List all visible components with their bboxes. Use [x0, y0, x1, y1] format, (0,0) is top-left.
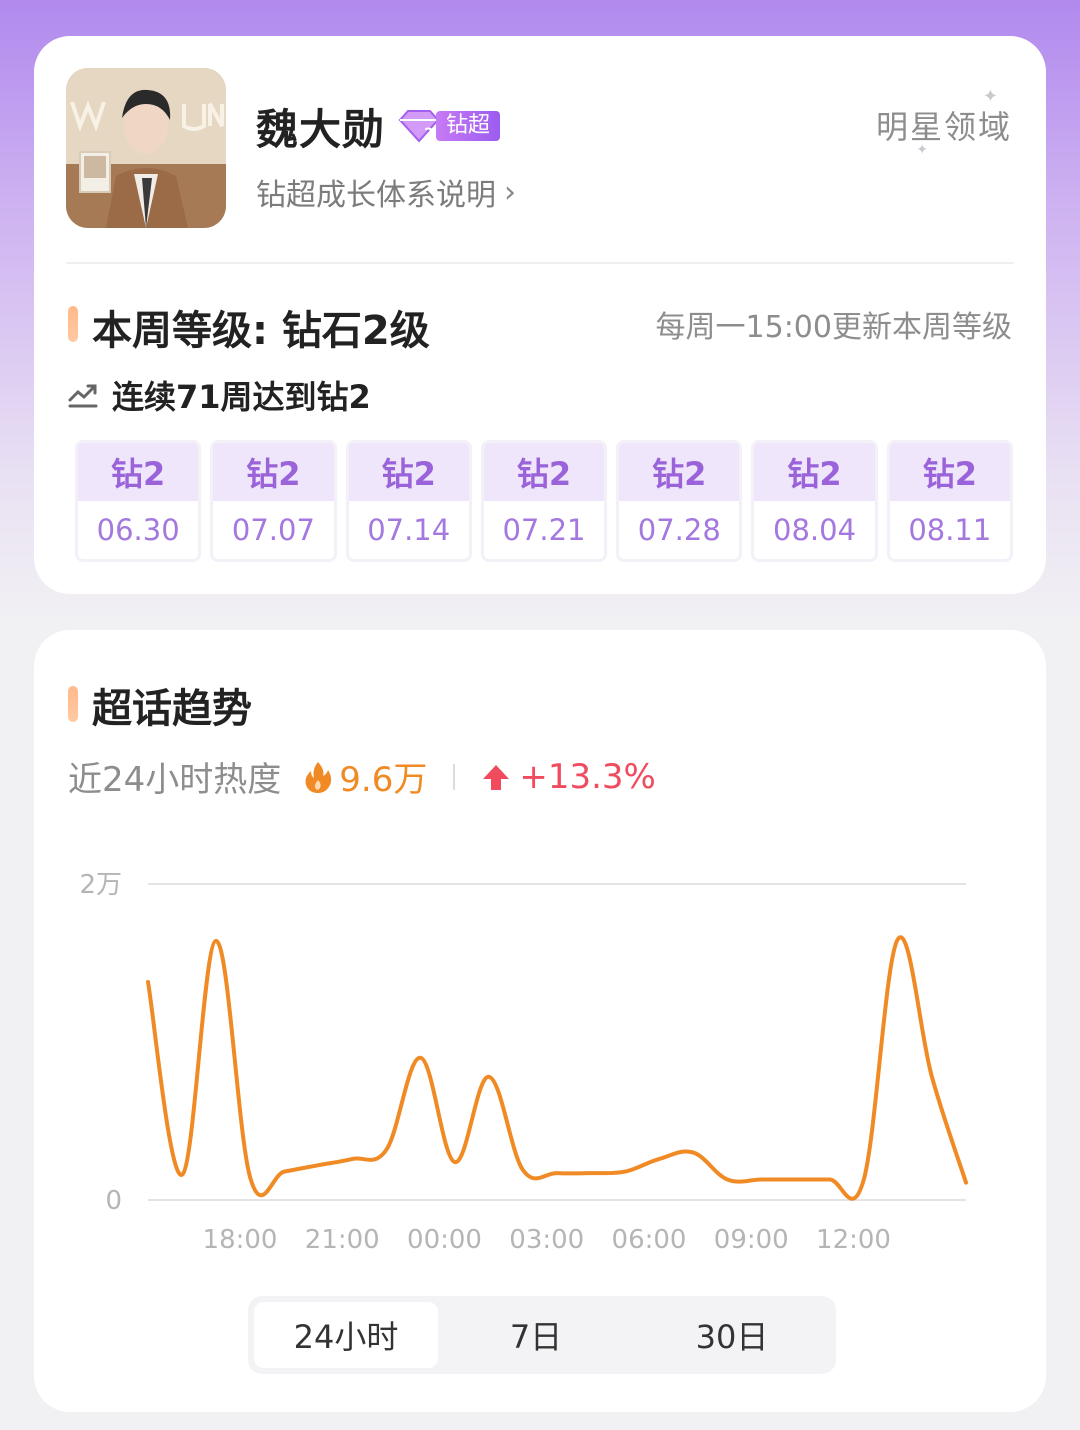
star-name: 魏大勋 [256, 105, 386, 154]
divider [66, 262, 1014, 264]
heat-label: 近24小时热度 [68, 760, 282, 800]
flame-icon [305, 761, 332, 793]
week-date: 08.04 [773, 513, 857, 547]
avatar-image [66, 68, 226, 228]
update-note: 每周一15:00更新本周等级 [655, 310, 1012, 345]
week-item: 钻2 07.21 [480, 440, 608, 562]
chevron-right-icon: › [504, 174, 516, 210]
week-level: 钻2 [619, 443, 740, 501]
arrow-up-icon [483, 764, 510, 790]
growth-system-label: 钻超成长体系说明 [256, 178, 496, 213]
weekly-level-title: 本周等级: 钻石2级 [92, 308, 430, 354]
week-level: 钻2 [889, 443, 1010, 501]
x-tick-label: 12:00 [816, 1225, 891, 1255]
section-marker [68, 686, 78, 722]
separator [453, 763, 456, 790]
diamond-badge[interactable]: 2 钻超 [396, 108, 501, 144]
week-item: 钻2 07.07 [210, 440, 337, 562]
week-level: 钻2 [213, 443, 334, 501]
range-tabs: 24小时 7日 30日 [248, 1296, 836, 1374]
streak-row: 连续71周达到钻2 [68, 372, 371, 418]
week-item: 钻2 07.28 [616, 440, 743, 562]
week-date: 07.14 [367, 513, 451, 547]
x-tick-label: 03:00 [509, 1225, 584, 1255]
tab-30d[interactable]: 30日 [634, 1302, 830, 1368]
x-tick-label: 21:00 [305, 1225, 380, 1255]
y-tick-label: 0 [105, 1186, 122, 1216]
week-date: 07.07 [231, 513, 315, 547]
x-tick-label: 18:00 [203, 1225, 278, 1255]
tab-24h[interactable]: 24小时 [254, 1302, 438, 1368]
week-item: 钻2 07.14 [345, 440, 472, 562]
profile-card: 魏大勋 2 钻超 钻超成长体系说明 › ✦ ✦ 明星领域 本周等级: 钻石2级 … [34, 36, 1046, 594]
week-item: 钻2 08.04 [751, 440, 878, 562]
week-date: 07.28 [637, 513, 721, 547]
y-tick-label: 2万 [79, 870, 122, 900]
week-level: 钻2 [754, 443, 875, 501]
tab-7d[interactable]: 7日 [438, 1302, 634, 1368]
growth-system-link[interactable]: 钻超成长体系说明 › [256, 170, 516, 214]
badge-label: 钻超 [436, 111, 501, 141]
week-level: 钻2 [78, 443, 199, 501]
trend-card: 超话趋势 近24小时热度 9.6万 +13.3% 0 2万 18:00 21:00 0… [34, 630, 1046, 1412]
week-level: 钻2 [348, 443, 469, 501]
badge-level: 2 [424, 126, 434, 142]
week-date: 08.11 [908, 513, 992, 547]
avatar[interactable] [66, 68, 226, 228]
trend-up-icon [68, 384, 98, 408]
x-tick-label: 06:00 [612, 1225, 687, 1255]
heat-change: +13.3% [519, 756, 656, 797]
week-item: 钻2 08.11 [886, 440, 1013, 562]
heat-summary: 近24小时热度 9.6万 +13.3% [68, 752, 656, 801]
streak-text: 连续71周达到钻2 [112, 378, 371, 416]
trend-title: 超话趋势 [92, 686, 252, 732]
weekly-history: 钻2 06.30 钻2 07.07 钻2 07.14 钻2 07.21 钻2 0… [75, 440, 1013, 562]
heat-value: 9.6万 [339, 760, 428, 800]
week-date: 07.21 [502, 513, 586, 547]
domain-label[interactable]: 明星领域 [876, 102, 1012, 148]
week-date: 06.30 [96, 513, 180, 547]
trend-line [146, 935, 968, 1201]
x-tick-label: 00:00 [407, 1225, 482, 1255]
section-marker [68, 306, 78, 342]
week-item: 钻2 06.30 [75, 440, 202, 562]
x-tick-label: 09:00 [714, 1225, 789, 1255]
heat-trend-chart[interactable]: 0 2万 18:00 21:00 00:00 03:00 06:00 09:00 12:00 [34, 850, 1046, 1290]
week-level: 钻2 [483, 443, 605, 501]
